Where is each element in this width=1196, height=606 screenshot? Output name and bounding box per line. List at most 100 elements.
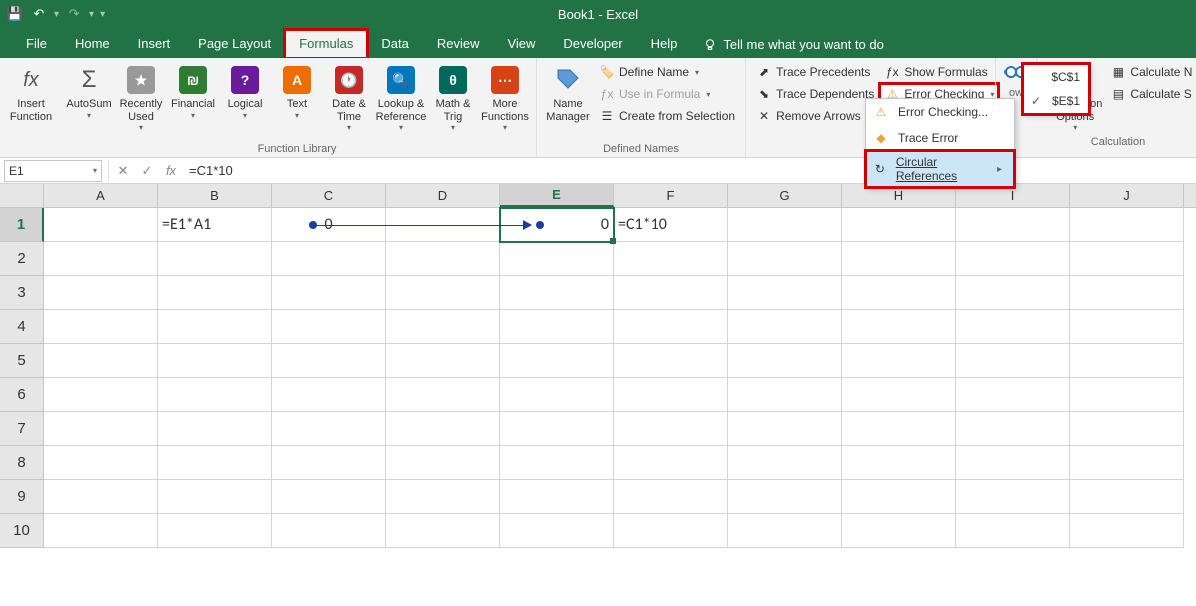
- cell[interactable]: [728, 344, 842, 378]
- col-header-d[interactable]: D: [386, 184, 500, 207]
- cell-a1[interactable]: [44, 208, 158, 242]
- tab-home[interactable]: Home: [61, 30, 124, 58]
- cell[interactable]: [728, 412, 842, 446]
- error-checking-menu-item[interactable]: ⚠Error Checking...: [866, 99, 1014, 125]
- undo-button[interactable]: ↶: [28, 3, 50, 25]
- cell[interactable]: [386, 514, 500, 548]
- cell[interactable]: [386, 242, 500, 276]
- qat-dd-icon[interactable]: ▾: [52, 9, 61, 20]
- cell[interactable]: [158, 310, 272, 344]
- tab-data[interactable]: Data: [367, 30, 422, 58]
- circ-ref-e1[interactable]: ✓$E$1: [1024, 89, 1088, 113]
- cell[interactable]: [842, 446, 956, 480]
- cell[interactable]: [44, 378, 158, 412]
- cell-c1[interactable]: 0: [272, 208, 386, 242]
- tab-view[interactable]: View: [493, 30, 549, 58]
- cell[interactable]: [272, 310, 386, 344]
- insert-function-button[interactable]: fx Insert Function: [6, 62, 56, 125]
- cell[interactable]: [500, 344, 614, 378]
- cell[interactable]: [614, 446, 728, 480]
- cell[interactable]: [386, 378, 500, 412]
- cell[interactable]: [272, 412, 386, 446]
- create-from-selection-button[interactable]: ☰Create from Selection: [595, 106, 739, 126]
- cell[interactable]: [728, 446, 842, 480]
- name-manager-button[interactable]: Name Manager: [543, 62, 593, 125]
- cell-i1[interactable]: [956, 208, 1070, 242]
- cell[interactable]: [500, 514, 614, 548]
- col-header-c[interactable]: C: [272, 184, 386, 207]
- cell[interactable]: [842, 480, 956, 514]
- save-button[interactable]: 💾: [4, 3, 26, 25]
- row-header-4[interactable]: 4: [0, 310, 44, 344]
- cell[interactable]: [956, 344, 1070, 378]
- row-header-9[interactable]: 9: [0, 480, 44, 514]
- cell[interactable]: [956, 446, 1070, 480]
- col-header-b[interactable]: B: [158, 184, 272, 207]
- cell[interactable]: [44, 514, 158, 548]
- col-header-g[interactable]: G: [728, 184, 842, 207]
- cell[interactable]: [158, 344, 272, 378]
- cell[interactable]: [614, 344, 728, 378]
- cell[interactable]: [158, 412, 272, 446]
- cell-j1[interactable]: [1070, 208, 1184, 242]
- logical-button[interactable]: ? Logical▾: [220, 62, 270, 122]
- cell[interactable]: [500, 480, 614, 514]
- tab-page-layout[interactable]: Page Layout: [184, 30, 285, 58]
- cell[interactable]: [386, 412, 500, 446]
- financial-button[interactable]: ₪ Financial▾: [168, 62, 218, 122]
- trace-precedents-button[interactable]: ⬈Trace Precedents: [752, 62, 878, 82]
- row-header-3[interactable]: 3: [0, 276, 44, 310]
- cell[interactable]: [44, 344, 158, 378]
- cell[interactable]: [614, 514, 728, 548]
- cell-f1[interactable]: =C1*10: [614, 208, 728, 242]
- cell[interactable]: [842, 514, 956, 548]
- cell[interactable]: [386, 276, 500, 310]
- cell[interactable]: [158, 480, 272, 514]
- tab-help[interactable]: Help: [637, 30, 692, 58]
- cell[interactable]: [956, 378, 1070, 412]
- define-name-button[interactable]: 🏷️Define Name▾: [595, 62, 739, 82]
- cell[interactable]: [44, 276, 158, 310]
- cell[interactable]: [500, 242, 614, 276]
- redo-button[interactable]: ↷: [63, 3, 85, 25]
- calculate-now-button[interactable]: ▦Calculate N: [1106, 62, 1196, 82]
- show-formulas-button[interactable]: ƒxShow Formulas: [880, 62, 998, 82]
- row-header-7[interactable]: 7: [0, 412, 44, 446]
- cell[interactable]: [1070, 480, 1184, 514]
- cell[interactable]: [386, 446, 500, 480]
- row-header-8[interactable]: 8: [0, 446, 44, 480]
- cell[interactable]: [1070, 310, 1184, 344]
- date-time-button[interactable]: 🕐 Date & Time▾: [324, 62, 374, 134]
- cell[interactable]: [956, 242, 1070, 276]
- cell[interactable]: [728, 242, 842, 276]
- lookup-button[interactable]: 🔍 Lookup & Reference▾: [376, 62, 426, 134]
- cell[interactable]: [272, 378, 386, 412]
- cell[interactable]: [272, 514, 386, 548]
- cell[interactable]: [1070, 242, 1184, 276]
- cell[interactable]: [500, 378, 614, 412]
- cell-e1[interactable]: 0: [500, 208, 614, 242]
- cell[interactable]: [500, 412, 614, 446]
- row-header-2[interactable]: 2: [0, 242, 44, 276]
- math-trig-button[interactable]: θ Math & Trig▾: [428, 62, 478, 134]
- recently-used-button[interactable]: ★ Recently Used▾: [116, 62, 166, 134]
- row-header-10[interactable]: 10: [0, 514, 44, 548]
- cell[interactable]: [272, 446, 386, 480]
- remove-arrows-button[interactable]: ✕Remove Arrows▾: [752, 106, 878, 126]
- cell[interactable]: [1070, 276, 1184, 310]
- cell[interactable]: [44, 242, 158, 276]
- cell[interactable]: [1070, 514, 1184, 548]
- cell[interactable]: [500, 276, 614, 310]
- cell[interactable]: [158, 242, 272, 276]
- cell[interactable]: [614, 242, 728, 276]
- cell[interactable]: [614, 378, 728, 412]
- cell[interactable]: [386, 310, 500, 344]
- cell[interactable]: [728, 310, 842, 344]
- cell[interactable]: [158, 514, 272, 548]
- cell[interactable]: [158, 446, 272, 480]
- cell[interactable]: [842, 276, 956, 310]
- enter-formula-button[interactable]: ✓: [135, 160, 159, 182]
- cancel-formula-button[interactable]: ✕: [111, 160, 135, 182]
- cell[interactable]: [842, 412, 956, 446]
- circ-ref-c1[interactable]: $C$1: [1024, 65, 1088, 89]
